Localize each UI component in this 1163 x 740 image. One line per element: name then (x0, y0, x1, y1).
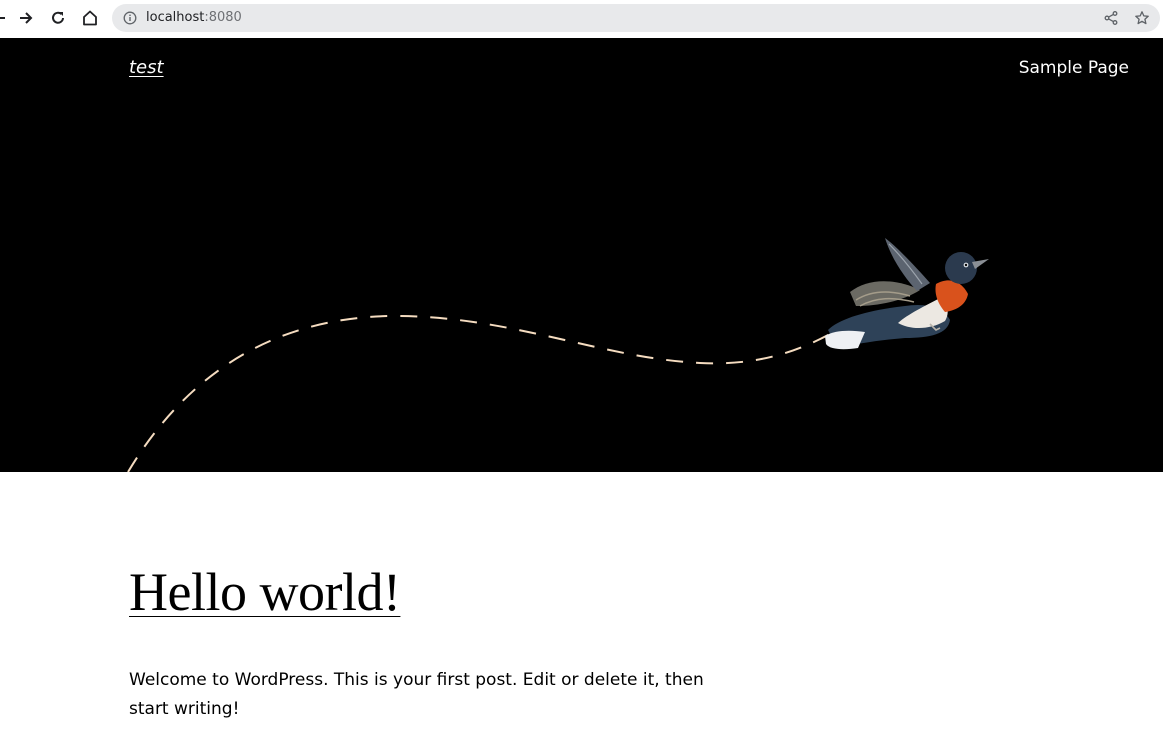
address-bar[interactable]: localhost:8080 (112, 4, 1160, 32)
home-icon (83, 10, 97, 26)
share-icon[interactable] (1103, 10, 1119, 26)
hero-illustration (127, 238, 989, 472)
home-button[interactable] (79, 7, 101, 29)
site-header: test Sample Page (0, 38, 1163, 472)
browser-toolbar: localhost:8080 (0, 0, 1163, 37)
main-content: Hello world! Welcome to WordPress. This … (0, 472, 1163, 740)
flight-path (127, 314, 831, 472)
url-text[interactable]: localhost:8080 (146, 10, 242, 26)
post-excerpt: Welcome to WordPress. This is your first… (129, 670, 704, 719)
post-title-link[interactable]: Hello world! (129, 560, 401, 624)
bird-illustration (825, 238, 989, 350)
url-host: localhost (146, 10, 205, 25)
back-button[interactable] (0, 7, 10, 29)
reload-button[interactable] (47, 7, 69, 29)
url-port: :8080 (204, 10, 242, 25)
reload-icon (52, 11, 64, 24)
arrow-left-icon (0, 17, 5, 19)
forward-button[interactable] (15, 7, 37, 29)
nav-item-sample-page[interactable]: Sample Page (1019, 58, 1129, 78)
star-icon[interactable] (1134, 10, 1150, 26)
arrow-right-icon (20, 12, 33, 24)
site-title-link[interactable]: test (129, 57, 164, 78)
info-icon[interactable] (123, 11, 137, 25)
